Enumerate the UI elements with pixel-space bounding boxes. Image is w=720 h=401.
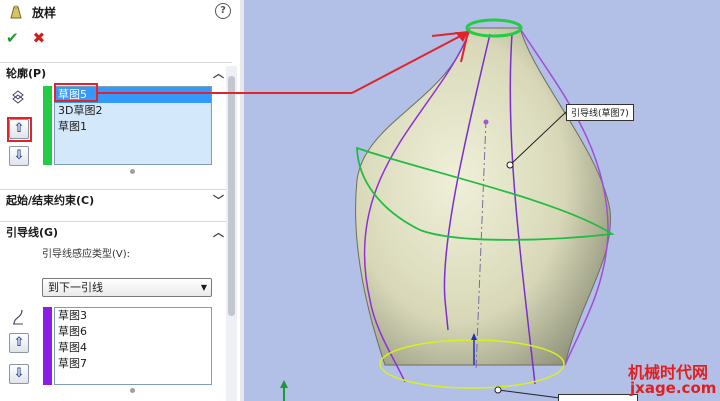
annotation-connector: [98, 92, 352, 94]
